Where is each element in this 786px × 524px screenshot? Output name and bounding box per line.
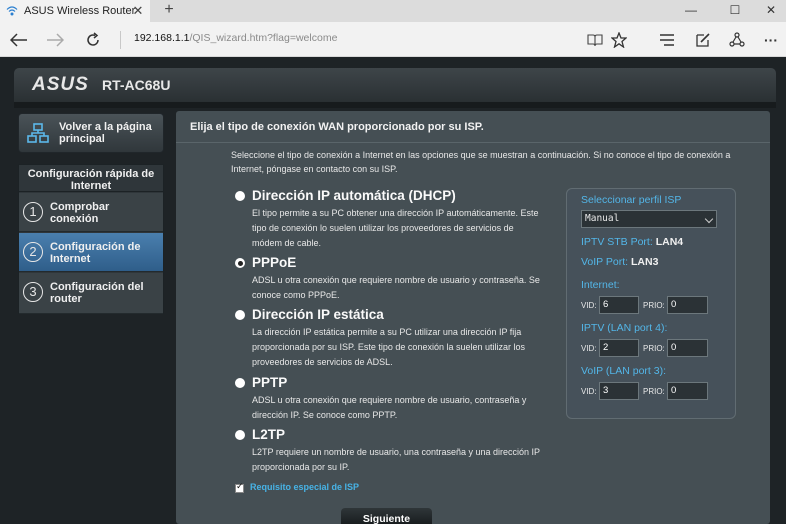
address-bar[interactable]: 192.168.1.1/QIS_wizard.htm?flag=welcome <box>134 32 337 44</box>
iptv-vlan-label: IPTV (LAN port 4): <box>581 322 668 334</box>
voip-vid-input[interactable]: 3 <box>599 382 639 400</box>
iptv-stb-value: LAN4 <box>655 236 684 248</box>
url-path: /QIS_wizard.htm?flag=welcome <box>189 32 338 44</box>
step-internet-setup[interactable]: 2 Configuración de Internet <box>19 233 163 272</box>
option-title: Dirección IP estática <box>252 307 384 322</box>
network-map-icon <box>27 123 49 143</box>
isp-special-label[interactable]: Requisito especial de ISP <box>250 482 359 492</box>
vid-label: VID: <box>581 344 597 353</box>
isp-profile-select[interactable]: Manual <box>581 210 717 228</box>
window-minimize-icon[interactable]: — <box>672 0 710 22</box>
hub-icon[interactable] <box>656 29 678 51</box>
iptv-vlan-row: VID: 2 PRIO: 0 <box>581 339 711 357</box>
refresh-icon[interactable] <box>82 29 104 51</box>
step-number-icon: 1 <box>23 202 43 222</box>
voip-port-label: VoIP Port: <box>581 256 629 268</box>
step-label: Configuración del router <box>50 281 144 305</box>
url-host: 192.168.1.1 <box>134 32 190 44</box>
internet-vid-input[interactable]: 6 <box>599 296 639 314</box>
voip-port-value: LAN3 <box>631 256 659 268</box>
iptv-stb-port: IPTV STB Port: LAN4 <box>581 236 683 248</box>
option-title: PPPoE <box>252 255 297 270</box>
asus-logo: ASUS <box>32 74 89 95</box>
router-page: ASUS RT-AC68U Volver a la página princip… <box>0 57 786 524</box>
tab-title: ASUS Wireless Router R <box>24 5 136 17</box>
browser-tab-strip: ASUS Wireless Router R ✕ + — ☐ ✕ <box>0 0 786 22</box>
voip-prio-input[interactable]: 0 <box>667 382 708 400</box>
voip-vlan-label: VoIP (LAN port 3): <box>581 365 667 377</box>
prio-label: PRIO: <box>643 301 665 310</box>
isp-special-checkbox[interactable] <box>235 482 244 493</box>
voip-vlan-row: VID: 3 PRIO: 0 <box>581 382 711 400</box>
option-title: L2TP <box>252 427 286 442</box>
chevron-down-icon <box>704 214 714 224</box>
step-check-connection[interactable]: 1 Comprobar conexión <box>19 193 163 232</box>
radio-static-ip[interactable] <box>235 310 245 320</box>
radio-pptp[interactable] <box>235 378 245 388</box>
iptv-stb-label: IPTV STB Port: <box>581 236 653 248</box>
option-title: PPTP <box>252 375 288 390</box>
voip-port: VoIP Port: LAN3 <box>581 256 658 268</box>
option-description: La dirección IP estática permite a su PC… <box>252 327 526 367</box>
quick-setup-title: Configuración rápida de Internet <box>19 165 163 192</box>
banner-divider <box>14 102 776 108</box>
step-number-icon: 3 <box>23 282 43 302</box>
option-description: ADSL u otra conexión que requiere nombre… <box>252 275 540 300</box>
more-menu-icon[interactable]: ··· <box>760 29 782 51</box>
reading-view-icon[interactable] <box>584 29 606 51</box>
prio-label: PRIO: <box>643 344 665 353</box>
share-icon[interactable] <box>726 29 748 51</box>
step-label: Comprobar conexión <box>50 201 110 225</box>
vid-label: VID: <box>581 387 597 396</box>
option-description: ADSL u otra conexión que requiere nombre… <box>252 395 527 420</box>
isp-profile-label: Seleccionar perfil ISP <box>581 194 682 206</box>
step-number-icon: 2 <box>23 242 43 262</box>
internet-prio-input[interactable]: 0 <box>667 296 708 314</box>
quick-setup-panel: Configuración rápida de Internet 1 Compr… <box>18 164 164 314</box>
option-title: Dirección IP automática (DHCP) <box>252 188 456 203</box>
window-close-icon[interactable]: ✕ <box>752 0 786 22</box>
page-title: Elija el tipo de conexión WAN proporcion… <box>190 121 484 133</box>
back-arrow-icon[interactable] <box>8 29 30 51</box>
router-favicon-icon <box>6 5 18 17</box>
step-router-setup[interactable]: 3 Configuración del router <box>19 273 163 314</box>
router-banner: ASUS RT-AC68U <box>14 68 776 102</box>
iptv-vid-input[interactable]: 2 <box>599 339 639 357</box>
toolbar-separator <box>120 31 121 49</box>
favorite-star-icon[interactable] <box>608 29 630 51</box>
option-description: L2TP requiere un nombre de usuario, una … <box>252 447 540 472</box>
radio-pppoe[interactable] <box>235 258 245 268</box>
isp-profile-value: Manual <box>585 213 620 224</box>
prio-label: PRIO: <box>643 387 665 396</box>
iptv-prio-input[interactable]: 0 <box>667 339 708 357</box>
internet-vlan-row: VID: 6 PRIO: 0 <box>581 296 711 314</box>
back-to-home-button[interactable]: Volver a la página principal <box>18 113 164 153</box>
browser-tab[interactable]: ASUS Wireless Router R ✕ <box>0 0 150 22</box>
intro-text: Seleccione el tipo de conexión a Interne… <box>231 150 731 174</box>
radio-l2tp[interactable] <box>235 430 245 440</box>
web-note-icon[interactable] <box>692 29 714 51</box>
isp-profile-panel: Seleccionar perfil ISP Manual IPTV STB P… <box>566 188 736 419</box>
tab-close-icon[interactable]: ✕ <box>130 3 146 19</box>
internet-vlan-label: Internet: <box>581 279 620 291</box>
forward-arrow-icon[interactable] <box>44 29 66 51</box>
radio-dhcp[interactable] <box>235 191 245 201</box>
next-button[interactable]: Siguiente <box>341 508 432 524</box>
step-label: Configuración de Internet <box>50 241 141 265</box>
back-to-home-label: Volver a la página principal <box>59 121 152 145</box>
new-tab-button[interactable]: + <box>160 0 178 22</box>
router-model: RT-AC68U <box>102 77 171 93</box>
vid-label: VID: <box>581 301 597 310</box>
option-description: El tipo permite a su PC obtener una dire… <box>252 208 539 248</box>
browser-toolbar: 192.168.1.1/QIS_wizard.htm?flag=welcome … <box>0 22 786 57</box>
title-divider <box>176 142 770 143</box>
window-maximize-icon[interactable]: ☐ <box>716 0 754 22</box>
